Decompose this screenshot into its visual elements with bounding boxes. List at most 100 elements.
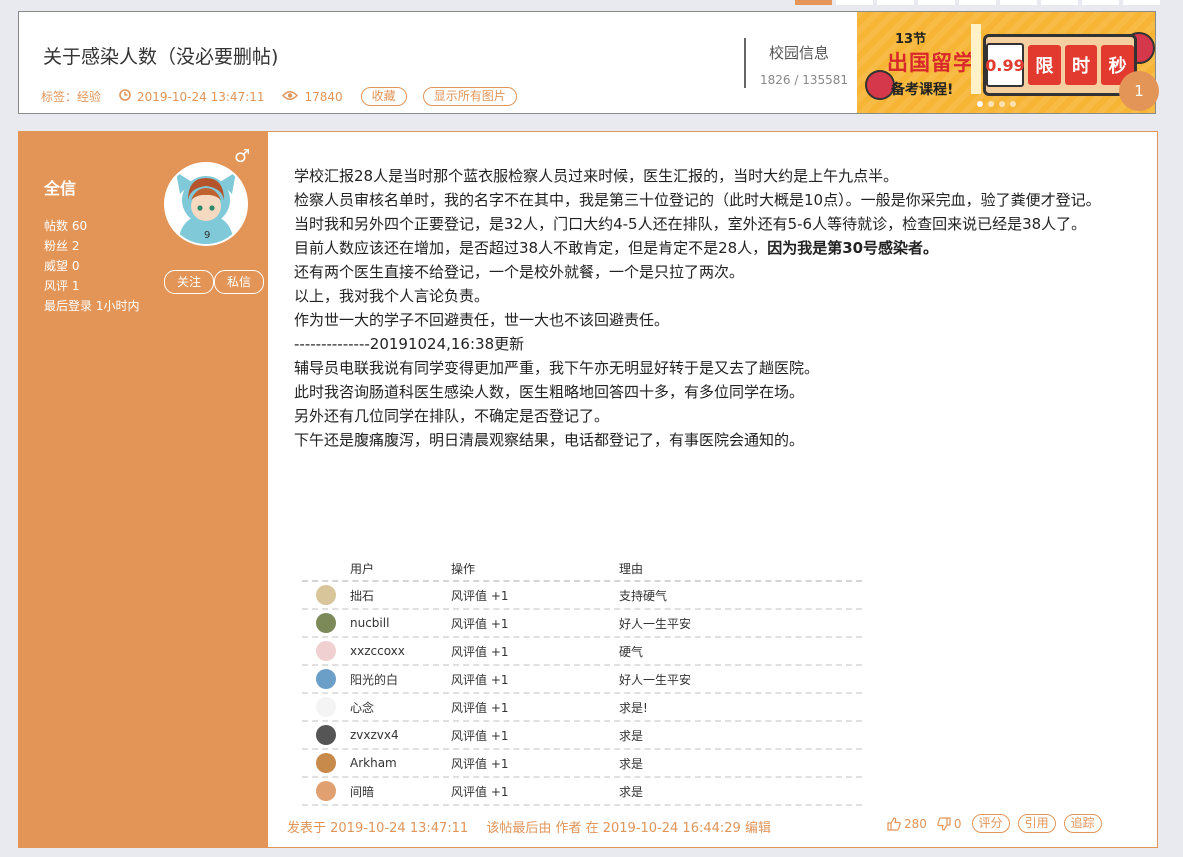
header-user: 用户 <box>350 562 375 576</box>
carousel-dot[interactable] <box>977 101 983 107</box>
pager-tab[interactable] <box>1082 0 1119 5</box>
rater-name[interactable]: xxzccoxx <box>350 644 451 658</box>
rating-table-header: 用户 操作 理由 <box>302 558 862 582</box>
view-count-text: 17840 <box>304 89 343 104</box>
avatar[interactable]: 9 <box>164 162 248 246</box>
banner-side-tag <box>971 24 981 94</box>
rater-name[interactable]: 心念 <box>350 699 451 716</box>
follow-button[interactable]: 关注 <box>164 270 215 294</box>
banner-char: 时 <box>1064 45 1098 85</box>
content-line: 目前人数应该还在增加，是否超过38人不敢肯定，但是肯定不是28人，因为我是第30… <box>294 236 1134 260</box>
banner-subline: 备考课程! <box>891 82 954 98</box>
favorite-button[interactable]: 收藏 <box>360 87 407 106</box>
content-line: 作为世一大的学子不回避责任，世一大也不该回避责任。 <box>294 311 670 329</box>
rater-name[interactable]: zvxzvx4 <box>350 728 451 742</box>
content-line: 学校汇报28人是当时那个蓝衣服检察人员过来时候，医生汇报的，当时大约是上午九点半… <box>294 167 899 185</box>
rating-reason: 好人一生平安 <box>619 616 692 631</box>
rating-reason: 好人一生平安 <box>619 672 692 687</box>
header-op: 操作 <box>451 562 476 576</box>
rating-reason: 求是 <box>619 784 644 799</box>
avatar[interactable] <box>316 781 336 801</box>
pager-tab[interactable] <box>1123 0 1160 5</box>
rater-name[interactable]: Arkham <box>350 756 451 770</box>
avatar[interactable] <box>316 669 336 689</box>
carousel-dot[interactable] <box>1010 101 1016 107</box>
avatar[interactable] <box>316 613 336 633</box>
rater-name[interactable]: 阳光的白 <box>350 671 451 688</box>
post-content: 学校汇报28人是当时那个蓝衣服检察人员过来时候，医生汇报的，当时大约是上午九点半… <box>294 164 1134 452</box>
table-row: 拙石 风评值 +1 支持硬气 <box>302 582 862 610</box>
forum-name-link[interactable]: 校园信息 <box>769 42 829 63</box>
male-icon: ♂ <box>234 146 251 167</box>
view-count: 17840 <box>282 89 343 104</box>
rating-reason: 硬气 <box>619 644 644 659</box>
edit-note: 该帖最后由 作者 在 2019-10-24 16:44:29 编辑 <box>486 821 771 836</box>
pager-tab[interactable] <box>877 0 914 5</box>
page-title: 关于感染人数（没必要删帖) <box>43 46 279 68</box>
table-row: xxzccoxx 风评值 +1 硬气 <box>302 638 862 666</box>
rating-op: 风评值 +1 <box>451 672 509 687</box>
table-row: zvxzvx4 风评值 +1 求是 <box>302 722 862 750</box>
rating-reason: 求是 <box>619 756 644 771</box>
avatar[interactable] <box>316 585 336 605</box>
pager-tab[interactable] <box>836 0 873 5</box>
quote-button[interactable]: 引用 <box>1017 814 1056 833</box>
pager-tab[interactable] <box>918 0 955 5</box>
content-line: 检察人员审核名单时，我的名字不在其中，我是第三十位登记的（此时大概是10点）。一… <box>294 191 1101 209</box>
rater-name[interactable]: 间暗 <box>350 783 451 800</box>
avatar[interactable] <box>316 725 336 745</box>
header-divider <box>744 38 746 88</box>
post-header: 关于感染人数（没必要删帖) 标签： 经验 2019-10-24 13:47:11… <box>18 11 1156 114</box>
content-line: 下午还是腹痛腹泻，明日清晨观察结果，电话都登记了，有事医院会通知的。 <box>294 431 805 449</box>
top-pager <box>795 0 1160 5</box>
tag-link[interactable]: 经验 <box>77 88 101 105</box>
post-meta: 标签： 经验 2019-10-24 13:47:11 17840 收藏 显示所有… <box>41 87 533 106</box>
post-time: 2019-10-24 13:47:11 <box>119 89 264 104</box>
banner-price: 0.99 <box>985 43 1025 87</box>
user-fans: 粉丝 2 <box>44 239 80 253</box>
content-text: 目前人数应该还在增加，是否超过38人不敢肯定，但是肯定不是28人， <box>294 239 768 257</box>
avatar[interactable] <box>316 753 336 773</box>
rating-reason: 支持硬气 <box>619 588 668 603</box>
banner-carousel-dots <box>977 101 1016 107</box>
table-row: 阳光的白 风评值 +1 好人一生平安 <box>302 666 862 694</box>
post-floor: 全信 ♂ 9 帖数 60 粉丝 2 威望 0 风评 1 最后登录 1小时内 关注… <box>18 131 1158 848</box>
message-button[interactable]: 私信 <box>214 270 265 294</box>
thumbs-up-icon <box>887 816 901 831</box>
rate-button[interactable]: 评分 <box>971 814 1010 833</box>
rater-name[interactable]: 拙石 <box>350 587 451 604</box>
content-line: 以上，我对我个人言论负责。 <box>294 287 490 305</box>
rating-op: 风评值 +1 <box>451 756 509 771</box>
rating-op: 风评值 +1 <box>451 644 509 659</box>
thumbs-down-icon <box>937 816 951 831</box>
rater-name[interactable]: nucbill <box>350 616 451 630</box>
pager-tab[interactable] <box>795 0 832 5</box>
avatar[interactable] <box>316 641 336 661</box>
track-button[interactable]: 追踪 <box>1063 814 1102 833</box>
show-images-button[interactable]: 显示所有图片 <box>422 87 517 106</box>
carousel-dot[interactable] <box>999 101 1005 107</box>
avatar[interactable] <box>316 697 336 717</box>
content-bold: 因为我是第30号感染者。 <box>767 239 939 257</box>
pager-tab[interactable] <box>959 0 996 5</box>
tag-label: 标签： <box>41 90 78 104</box>
pager-tab[interactable] <box>1041 0 1078 5</box>
content-line: 另外还有几位同学在排队，不确定是否登记了。 <box>294 407 610 425</box>
carousel-dot[interactable] <box>988 101 994 107</box>
table-row: Arkham 风评值 +1 求是 <box>302 750 862 778</box>
dislike-button[interactable]: 0 <box>937 817 962 831</box>
rating-op: 风评值 +1 <box>451 616 509 631</box>
svg-text:9: 9 <box>204 230 210 241</box>
post-time-text: 2019-10-24 13:47:11 <box>137 89 265 104</box>
content-line: --------------20191024,16:38更新 <box>294 335 525 353</box>
ad-banner[interactable]: 13节 出国留学 备考课程! 0.99 限 时 秒 <box>857 12 1155 113</box>
content-line: 辅导员电联我说有同学变得更加严重，我下午亦无明显好转于是又去了趟医院。 <box>294 359 820 377</box>
post-actions: 280 0 评分 引用 追踪 <box>887 814 1110 833</box>
pager-tab[interactable] <box>1000 0 1037 5</box>
user-stats: 帖数 60 粉丝 2 威望 0 风评 1 最后登录 1小时内 <box>44 216 139 316</box>
user-name[interactable]: 全信 <box>44 175 76 199</box>
rating-op: 风评值 +1 <box>451 784 509 799</box>
like-button[interactable]: 280 <box>887 817 927 831</box>
rating-op: 风评值 +1 <box>451 728 509 743</box>
posted-at: 发表于 2019-10-24 13:47:11 <box>287 821 469 836</box>
